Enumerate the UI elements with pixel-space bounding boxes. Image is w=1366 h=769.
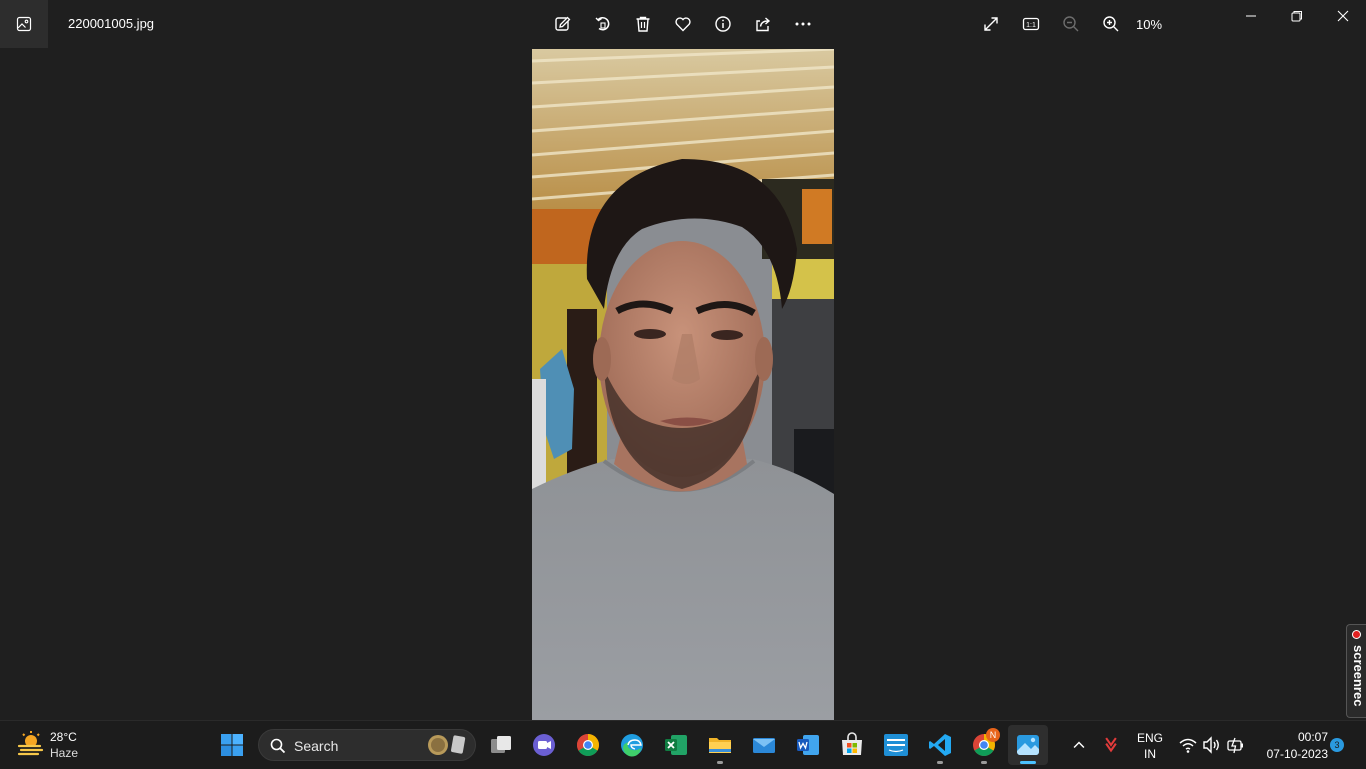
- running-indicator: [937, 761, 943, 764]
- active-indicator: [1020, 761, 1036, 764]
- taskbar-word[interactable]: [788, 725, 828, 765]
- screenrec-label: screenrec: [1351, 645, 1366, 707]
- volume-icon: [1203, 736, 1219, 754]
- chrome-icon: [577, 734, 599, 756]
- taskbar-chrome-profile[interactable]: N: [964, 725, 1004, 765]
- delete-button[interactable]: [631, 12, 655, 36]
- portrait-image: [532, 49, 834, 720]
- photos-app-icon[interactable]: [0, 0, 48, 48]
- taskbar-prime-video[interactable]: [876, 725, 916, 765]
- search-highlight-icon: [428, 735, 466, 755]
- delete-icon: [636, 16, 650, 32]
- edge-icon: [621, 734, 643, 757]
- language-indicator[interactable]: ENG IN: [1134, 731, 1166, 761]
- info-button[interactable]: [711, 12, 735, 36]
- zoom-in-icon: [1103, 16, 1119, 32]
- quick-settings-button[interactable]: [1174, 731, 1256, 759]
- running-indicator: [981, 761, 987, 764]
- fullscreen-button[interactable]: [979, 12, 1003, 36]
- gallery-icon: [16, 16, 32, 32]
- minimize-button[interactable]: [1236, 4, 1266, 28]
- search-placeholder: Search: [294, 738, 339, 754]
- info-icon: [715, 16, 731, 32]
- search-icon: [270, 738, 286, 754]
- mail-icon: [753, 738, 775, 753]
- clock-date: 07-10-2023: [1266, 747, 1328, 761]
- battery-charging-icon: [1227, 737, 1243, 754]
- title-bar: 220001005.jpg 1:1 10%: [0, 0, 1366, 48]
- sun-haze-icon: [17, 731, 44, 756]
- zoom-in-button[interactable]: [1099, 12, 1123, 36]
- actual-size-label: 1:1: [1026, 22, 1036, 29]
- start-button[interactable]: [212, 725, 252, 765]
- word-icon: [797, 735, 819, 755]
- clock[interactable]: 00:07 07-10-2023: [1258, 730, 1328, 761]
- weather-condition: Haze: [50, 746, 79, 760]
- taskbar-edge[interactable]: [612, 725, 652, 765]
- taskbar-teams-meet[interactable]: [524, 725, 564, 765]
- share-icon: [756, 17, 771, 32]
- favorite-button[interactable]: [671, 12, 695, 36]
- restore-icon: [1291, 11, 1302, 22]
- taskbar-search-box[interactable]: Search: [258, 729, 476, 761]
- edit-image-button[interactable]: [551, 12, 575, 36]
- taskbar-chrome[interactable]: [568, 725, 608, 765]
- taskbar-excel[interactable]: [656, 725, 696, 765]
- fullscreen-icon: [984, 17, 998, 31]
- taskbar-mail[interactable]: [744, 725, 784, 765]
- excel-icon: [665, 735, 687, 755]
- wifi-icon: [1179, 738, 1197, 753]
- zoom-out-button[interactable]: [1059, 12, 1083, 36]
- language-code: ENG: [1136, 731, 1163, 745]
- chevron-up-icon: [1073, 741, 1085, 748]
- taskbar-vscode[interactable]: [920, 725, 960, 765]
- heart-icon: [675, 17, 691, 32]
- rotate-button[interactable]: [591, 12, 615, 36]
- download-manager-icon: [1105, 737, 1117, 753]
- prime-video-icon: [884, 734, 908, 756]
- edit-icon: [555, 16, 571, 31]
- region-code: IN: [1144, 747, 1156, 761]
- taskbar-task-view[interactable]: [481, 725, 521, 765]
- video-call-icon: [533, 734, 555, 756]
- more-icon: [795, 22, 811, 26]
- share-button[interactable]: [751, 12, 775, 36]
- actual-size-icon: 1:1: [1022, 17, 1040, 31]
- taskbar-file-explorer[interactable]: [700, 725, 740, 765]
- folder-icon: [709, 738, 731, 753]
- actual-size-button[interactable]: 1:1: [1019, 12, 1043, 36]
- weather-temperature: 28°C: [50, 730, 77, 744]
- taskbar-microsoft-store[interactable]: [832, 725, 872, 765]
- photos-icon: [1017, 735, 1039, 755]
- running-indicator: [717, 761, 723, 764]
- screenrec-widget[interactable]: screenrec: [1346, 624, 1366, 718]
- windows-logo-icon: [221, 734, 243, 756]
- close-button[interactable]: [1328, 4, 1358, 28]
- notification-count-badge[interactable]: 3: [1330, 738, 1344, 752]
- profile-badge: N: [986, 728, 1000, 742]
- minimize-icon: [1246, 15, 1256, 17]
- task-view-icon: [491, 736, 511, 753]
- displayed-photo[interactable]: [532, 49, 834, 720]
- taskbar: 28°C Haze Search N ENG IN 00:07 07-10-20…: [0, 720, 1366, 769]
- restore-button[interactable]: [1282, 4, 1312, 28]
- file-name: 220001005.jpg: [68, 16, 155, 31]
- clock-time: 00:07: [1297, 730, 1328, 744]
- store-icon: [842, 732, 862, 755]
- rotate-icon: [595, 17, 610, 31]
- zoom-out-icon: [1063, 16, 1079, 32]
- weather-widget[interactable]: 28°C Haze: [16, 728, 96, 762]
- tray-app-icon[interactable]: [1094, 725, 1128, 765]
- vscode-icon: [929, 734, 951, 756]
- zoom-level[interactable]: 10%: [1136, 17, 1162, 32]
- taskbar-photos[interactable]: [1008, 725, 1048, 765]
- more-options-button[interactable]: [791, 12, 815, 36]
- close-icon: [1337, 10, 1349, 22]
- show-hidden-icons-button[interactable]: [1062, 725, 1096, 765]
- record-indicator-icon: [1352, 630, 1361, 639]
